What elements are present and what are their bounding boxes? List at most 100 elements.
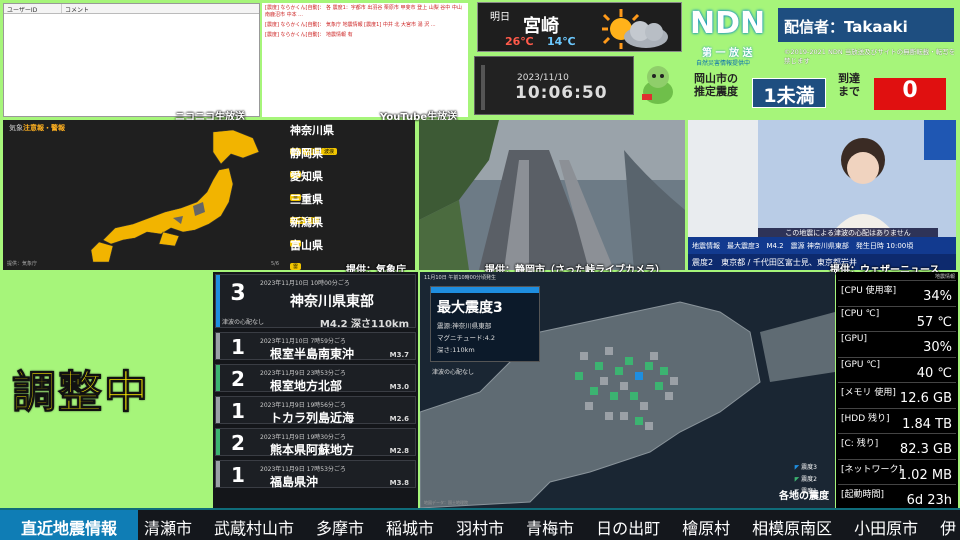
stat-value: 82.3 GB xyxy=(899,442,952,457)
stat-key: [HDD 残り] xyxy=(841,413,890,424)
warning-title-prefix: 気象 xyxy=(9,124,23,132)
intensity-marker xyxy=(590,387,598,395)
stat-row: [HDD 残り] 1.84 TB xyxy=(838,407,956,434)
copyright-text: ©2019-2021 NDN 当放送及びサイトの無断転載・転写を禁じます xyxy=(784,48,956,65)
quake-place: 根室地方北部 xyxy=(270,379,343,393)
channel-name: 第 一 放 送 xyxy=(702,48,753,59)
stat-key: [メモリ 使用] xyxy=(841,388,896,398)
city-item: 多摩市 xyxy=(316,519,365,538)
quake-tsunami: 津波の心配なし xyxy=(222,319,265,326)
quake-magnitude: M2.6 xyxy=(389,415,409,423)
intensity-label-line: 推定震度 xyxy=(694,85,738,98)
quake-time: 2023年11月9日 23時53分ごろ xyxy=(260,370,346,377)
stat-row: [ネットワーク] 1.02 MB xyxy=(838,458,956,485)
camera-feed-image xyxy=(419,120,685,270)
quake-place: 根室半島南東沖 xyxy=(270,347,355,361)
news-quake-info: 地震情報 最大震度3 M4.2 震源 神奈川県東部 発生日時 10:00頃 xyxy=(688,237,956,254)
stat-value: 40 ℃ xyxy=(916,365,952,381)
epicenter-map-panel: 11月10日 午前10時00分頃発生 最大震度3 震源:神奈川県東部 マグニチュ… xyxy=(420,272,835,508)
system-stats-panel: 地震情報 [CPU 使用率] 34% [CPU ℃] 57 ℃ [GPU] 30% [GPU… xyxy=(836,272,958,508)
quake-item[interactable]: 2 2023年11月9日 19時30分ごろ熊本県阿蘇地方 M2.8 xyxy=(215,428,416,457)
legend-label: 震度3 xyxy=(801,464,817,471)
stat-row: [メモリ 使用] 12.6 GB xyxy=(838,382,956,408)
clock-date: 2023/11/10 xyxy=(517,73,569,83)
quake-time: 2023年11月10日 7時59分ごろ xyxy=(260,338,346,345)
col-user: ユーザーID xyxy=(4,4,62,14)
clock-time: 10:06:50 xyxy=(515,83,608,103)
quake-intensity: 1 xyxy=(216,397,256,423)
prefecture-item: 静岡県雷 xyxy=(290,145,408,178)
news-panel: この地震による津波の心配はありません 地震情報 最大震度3 M4.2 震源 神奈… xyxy=(688,120,956,270)
intensity-marker xyxy=(625,357,633,365)
city-item: 相模原南区 xyxy=(752,519,833,538)
stat-row: [CPU ℃] 57 ℃ xyxy=(838,305,956,332)
city-item: 日の出町 xyxy=(596,519,661,538)
prefecture-name: 新潟県 xyxy=(290,216,323,229)
intensity-marker xyxy=(630,392,638,400)
stat-key: [CPU 使用率] xyxy=(841,286,897,296)
quake-item[interactable]: 1 2023年11月9日 17時53分ごろ 福島県沖 M3.8 xyxy=(215,460,416,489)
stat-key: [起動時間] xyxy=(841,490,885,500)
prefecture-item: 神奈川県雷強風 波浪 xyxy=(290,122,408,155)
stats-title: 地震情報 xyxy=(934,274,955,280)
intensity-marker xyxy=(645,422,653,430)
warning-map-panel: 気象注意報・警報 神奈川県雷強風 波浪 静岡県雷愛知県雷三重県 大雨雷新潟県雷富山県雷… xyxy=(3,120,415,270)
city-item: 武蔵村山市 xyxy=(214,519,295,538)
city-item: 青梅市 xyxy=(526,519,575,538)
quake-intensity: 2 xyxy=(216,429,256,455)
quake-magnitude: M2.8 xyxy=(389,447,409,455)
stat-key: [GPU] xyxy=(841,334,868,344)
epicenter-tsunami: 津波の心配なし xyxy=(432,369,475,376)
city-item: 小田原市 xyxy=(854,519,919,538)
prefecture-item: 新潟県雷 xyxy=(290,214,408,247)
quake-item[interactable]: 1 2023年11月9日 19時56分ごろトカラ列島近海 M2.6 xyxy=(215,396,416,425)
stat-value: 1.84 TB xyxy=(902,416,952,432)
epicenter-location: 震源:神奈川県東部 xyxy=(437,322,492,330)
city-item: 清瀬市 xyxy=(144,519,193,538)
stat-value: 12.6 GB xyxy=(899,391,952,406)
intensity-marker xyxy=(610,392,618,400)
intensity-marker xyxy=(640,402,648,410)
prefecture-item: 愛知県雷 xyxy=(290,168,408,201)
niconico-comment-panel: ユーザーID コメント xyxy=(3,3,260,117)
quake-magnitude: M3.7 xyxy=(389,351,409,359)
prefecture-list: 神奈川県雷強風 波浪 静岡県雷愛知県雷三重県 大雨雷新潟県雷富山県雷 xyxy=(290,120,408,270)
stat-key: [ネットワーク] xyxy=(841,464,903,475)
legend-label: 震度2 xyxy=(801,476,817,483)
quake-item[interactable]: 2 2023年11月9日 23時53分ごろ 根室地方北部 M3.0 xyxy=(215,364,416,393)
stat-key: [C: 残り] xyxy=(841,439,879,449)
max-intensity-box: 最大震度3 震源:神奈川県東部 マグニチュード:4.2 深さ:110km xyxy=(430,286,540,362)
comment-header: ユーザーID コメント xyxy=(4,4,259,14)
ndn-info-block: NDN 配信者：Takaaki 第 一 放 送 自然災害情報提供中 ©2019-… xyxy=(688,6,958,116)
stat-key: [CPU ℃] xyxy=(841,308,880,319)
bottom-ticker: 直近地震情報 清瀬市 武蔵村山市 多摩市 稲城市 羽村市 青梅市 日の出町 檜原村 相模原南区 小… xyxy=(0,508,960,540)
arrival-countdown: 0 xyxy=(874,78,946,110)
quake-item[interactable]: 1 2023年11月10日 7時59分ごろ根室半島南東沖 M3.7 xyxy=(215,332,416,361)
quake-intensity: 2 xyxy=(216,365,256,391)
stat-value: 1.02 MB xyxy=(898,467,952,483)
quake-time: 2023年11月9日 19時30分ごろ xyxy=(260,434,346,441)
quake-intensity: 1 xyxy=(216,333,256,359)
intensity-marker xyxy=(670,377,678,385)
warning-tag: 波浪 xyxy=(321,148,338,155)
chat-line: [震度] ならかくん[自動]： 気象庁 地震情報 [震度1] 中井 北 大宮市 … xyxy=(265,22,436,28)
youtube-chat-panel: [震度] ならかくん[自動]： 各 震度1：宇都市 出羽谷 栗原市 甲斐市 登上… xyxy=(262,3,468,117)
quake-magnitude: M3.8 xyxy=(389,479,409,487)
quake-place: トカラ列島近海 xyxy=(270,411,355,425)
legend-item: ◤ 震度3 xyxy=(794,464,817,471)
prefecture-name: 愛知県 xyxy=(290,170,323,183)
stat-row: [GPU ℃] 40 ℃ xyxy=(838,356,956,383)
prefecture-name: 神奈川県 xyxy=(290,124,334,137)
ndn-logo: NDN xyxy=(690,6,766,41)
intensity-marker xyxy=(660,367,668,375)
arrival-label-line: まで xyxy=(838,85,860,98)
stat-row: [起動時間] 6d 23h xyxy=(838,484,956,508)
quake-time: 2023年11月9日 19時56分ごろ xyxy=(260,402,346,409)
estimated-intensity: 1未満 xyxy=(752,78,826,108)
region-label: 各地の震度 xyxy=(779,491,829,502)
intensity-marker xyxy=(635,372,643,380)
quake-time: 2023年11月9日 17時53分ごろ xyxy=(260,466,346,473)
city-item: 羽村市 xyxy=(456,519,505,538)
quake-item[interactable]: 3 2023年11月10日 10時00分ごろ 神奈川県東部 M4.2 深さ110km 津… xyxy=(215,274,416,330)
quake-place: 熊本県阿蘇地方 xyxy=(270,443,355,457)
